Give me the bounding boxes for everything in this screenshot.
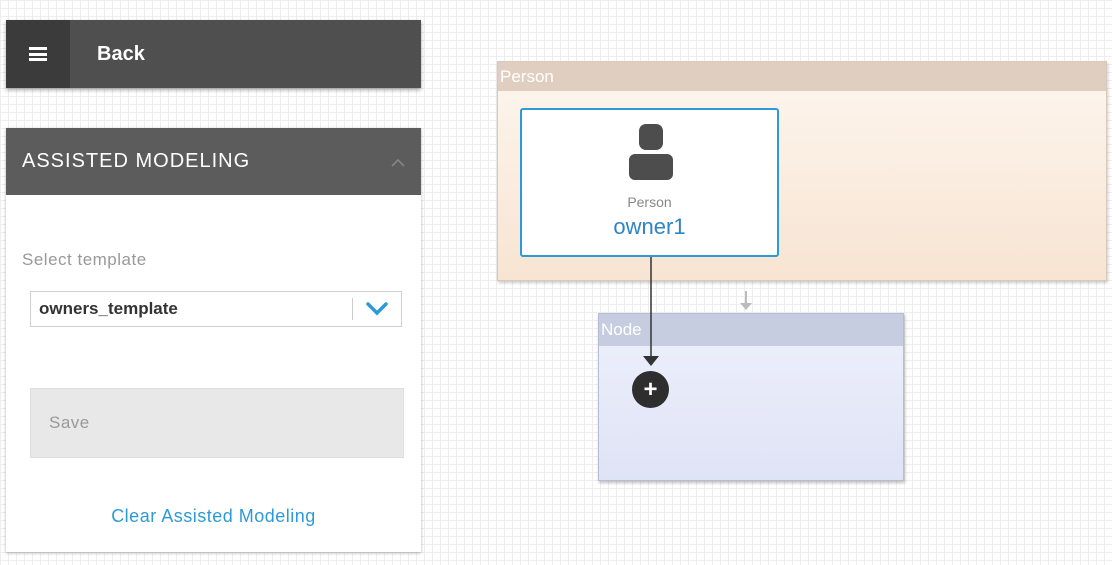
assisted-modeling-panel: ASSISTED MODELING Select template owners… <box>6 128 421 552</box>
chevron-down-icon[interactable] <box>353 302 401 316</box>
add-node-button[interactable]: + <box>632 371 669 408</box>
person-icon <box>629 124 673 180</box>
select-template-label: Select template <box>22 250 147 269</box>
top-bar: Back <box>6 20 421 88</box>
template-select[interactable]: owners_template <box>30 291 402 327</box>
plus-icon: + <box>643 375 658 403</box>
panel-header[interactable]: ASSISTED MODELING <box>6 128 421 195</box>
panel-title: ASSISTED MODELING <box>22 150 251 172</box>
dependency-arrow-icon <box>740 291 752 310</box>
node-name-label: owner1 <box>613 214 686 239</box>
node-type-label: Person <box>627 194 672 210</box>
save-button[interactable]: Save <box>30 388 404 458</box>
person-container-label: Person <box>498 62 1106 91</box>
hamburger-icon <box>29 47 47 61</box>
chevron-up-icon[interactable] <box>391 154 405 170</box>
back-button[interactable]: Back <box>97 43 145 66</box>
node-container-label: Node <box>599 314 903 346</box>
clear-assisted-modeling-link[interactable]: Clear Assisted Modeling <box>6 506 421 527</box>
template-select-value: owners_template <box>39 299 178 318</box>
person-node-card[interactable]: Person owner1 <box>520 108 779 257</box>
menu-button[interactable] <box>6 20 70 88</box>
